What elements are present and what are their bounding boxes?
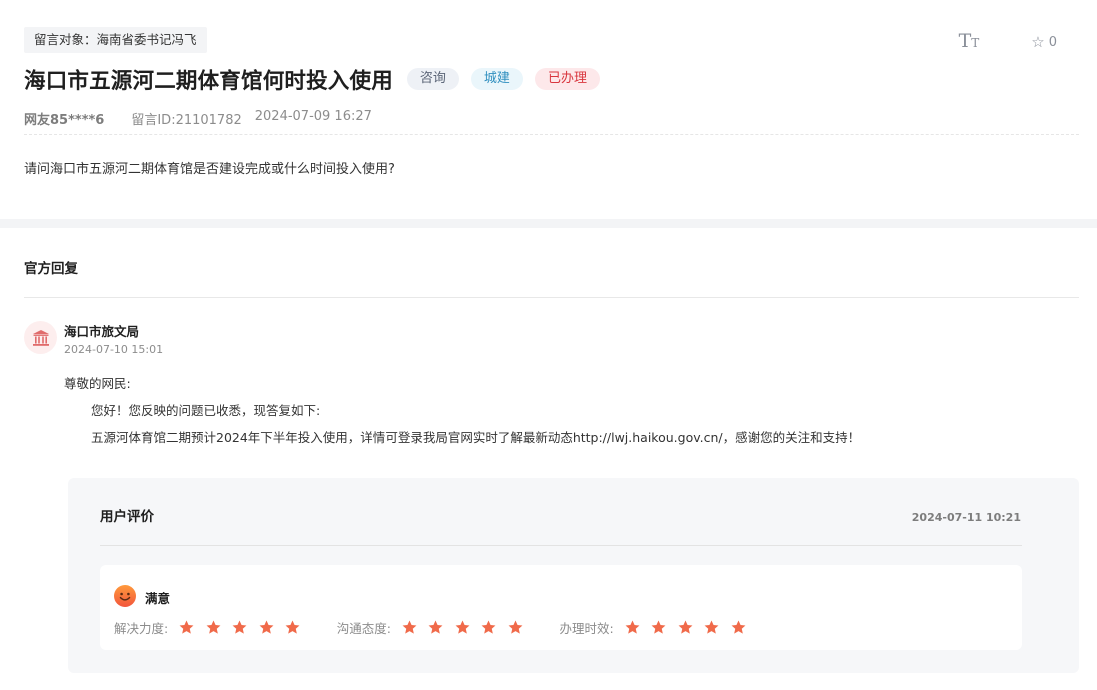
- reply-content: 尊敬的网民: 您好！您反映的问题已收悉，现答复如下: 五源河体育馆二期预计202…: [64, 375, 860, 446]
- reply-line: 您好！您反映的问题已收悉，现答复如下:: [91, 403, 321, 418]
- reply-salutation: 尊敬的网民:: [64, 376, 131, 391]
- star-icon: [703, 619, 720, 636]
- star-icon: [480, 619, 497, 636]
- author-name: 网友85****6: [24, 113, 105, 128]
- field-badge: 城建: [470, 68, 523, 90]
- status-badge: 已办理: [534, 68, 600, 90]
- rating-timeliness: 办理时效:: [559, 618, 756, 637]
- star-outline-icon: ☆: [1031, 33, 1045, 51]
- star-icon: [205, 619, 222, 636]
- rating-label: 沟通态度:: [336, 621, 391, 636]
- divider: [24, 134, 1079, 135]
- font-size-icon[interactable]: TT: [959, 30, 980, 54]
- message-card: 留言对象：海南省委书记冯飞 TT ☆ 0 海口市五源河二期体育馆何时投入使用 咨…: [0, 0, 1097, 219]
- section-gap: [0, 219, 1097, 228]
- favorite-button[interactable]: ☆ 0: [1031, 33, 1057, 51]
- message-meta: 网友85****6 留言ID:21101782 2024-07-09 16:27: [24, 109, 372, 128]
- reply-divider: [24, 297, 1079, 298]
- font-size-icon-big: T: [958, 30, 972, 52]
- evaluation-datetime: 2024-07-11 10:21: [911, 511, 1021, 524]
- message-target-tag: 留言对象：海南省委书记冯飞: [24, 27, 207, 53]
- reply-org-name: 海口市旅文局: [64, 324, 140, 339]
- evaluation-divider: [100, 545, 1022, 546]
- smiley-face-icon: [114, 585, 136, 607]
- rating-resolution: 解决力度:: [114, 618, 311, 637]
- star-icon: [730, 619, 747, 636]
- page-title: 海口市五源河二期体育馆何时投入使用: [24, 68, 393, 94]
- satisfaction-label: 满意: [145, 591, 171, 606]
- rating-label: 办理时效:: [559, 621, 614, 636]
- star-icon: [650, 619, 667, 636]
- star-icon: [454, 619, 471, 636]
- message-datetime: 2024-07-09 16:27: [254, 109, 372, 124]
- reply-datetime: 2024-07-10 15:01: [64, 343, 164, 356]
- star-icon: [427, 619, 444, 636]
- reply-section-title: 官方回复: [24, 261, 78, 277]
- rating-label: 解决力度:: [114, 621, 169, 636]
- title-row: 海口市五源河二期体育馆何时投入使用 咨询 城建 已办理: [24, 62, 600, 96]
- evaluation-card: 用户评价 2024-07-11 10:21 满意 解决力度: 沟通态度: 办理时…: [68, 478, 1079, 673]
- evaluation-title: 用户评价: [100, 509, 154, 525]
- star-icon: [624, 619, 641, 636]
- rating-row: 解决力度: 沟通态度: 办理时效:: [114, 618, 782, 637]
- star-rating: [624, 619, 757, 636]
- star-rating: [178, 619, 311, 636]
- reply-line: 五源河体育馆二期预计2024年下半年投入使用，详情可登录我局官网实时了解最新动态…: [91, 430, 861, 445]
- star-icon: [507, 619, 524, 636]
- star-rating: [401, 619, 534, 636]
- font-size-icon-small: T: [971, 36, 980, 50]
- message-tools: TT ☆ 0: [959, 30, 1057, 54]
- message-id: 留言ID:21101782: [131, 113, 242, 128]
- star-icon: [284, 619, 301, 636]
- evaluation-detail: 满意 解决力度: 沟通态度: 办理时效:: [100, 565, 1022, 650]
- rating-attitude: 沟通态度:: [337, 618, 534, 637]
- favorite-count: 0: [1048, 34, 1057, 50]
- star-icon: [258, 619, 275, 636]
- star-icon: [677, 619, 694, 636]
- star-icon: [231, 619, 248, 636]
- category-badge: 咨询: [406, 68, 459, 90]
- star-icon: [178, 619, 195, 636]
- star-icon: [401, 619, 418, 636]
- message-content: 请问海口市五源河二期体育馆是否建设完成或什么时间投入使用?: [24, 162, 395, 177]
- government-building-icon: [24, 321, 57, 354]
